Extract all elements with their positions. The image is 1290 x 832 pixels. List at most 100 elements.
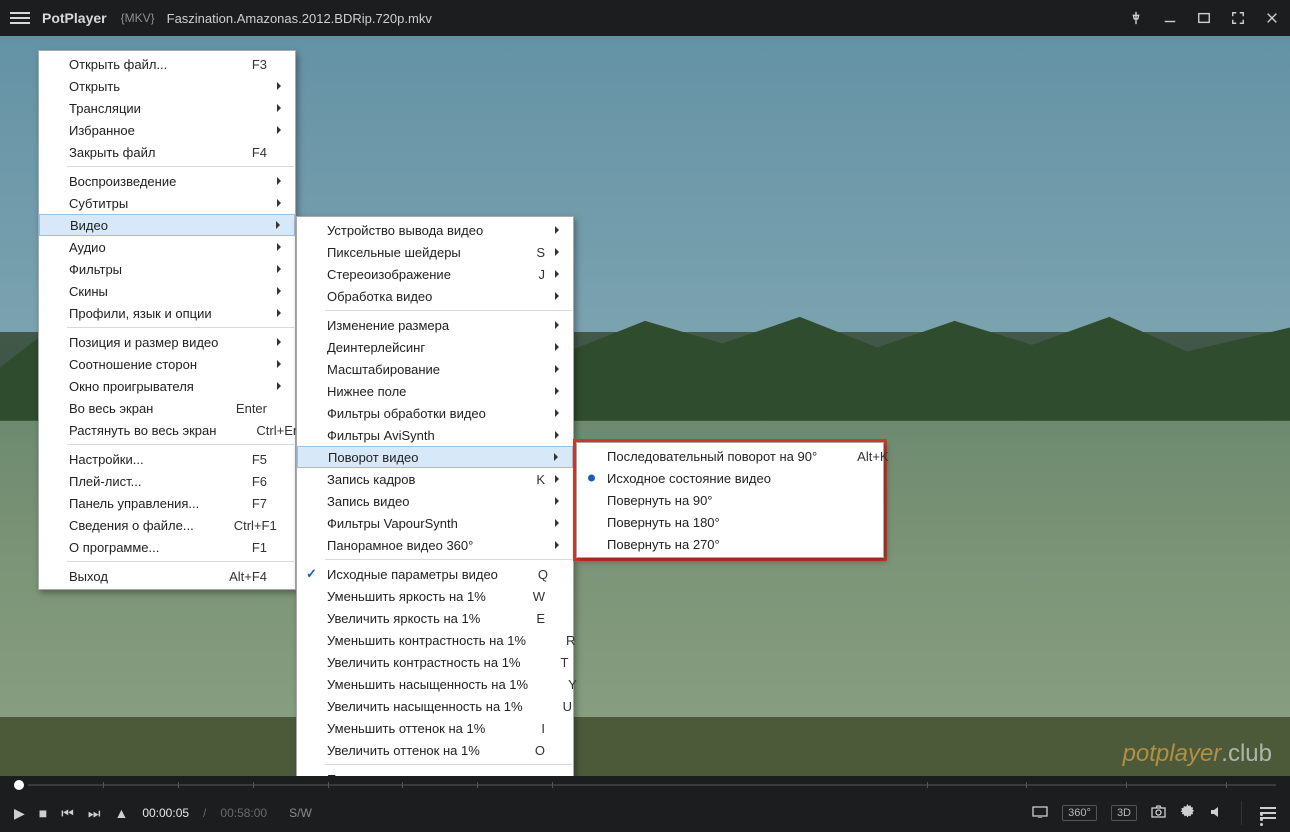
fullscreen-icon[interactable] [1230, 10, 1246, 26]
open-button[interactable]: ▲ [114, 805, 128, 821]
volume-icon[interactable] [1209, 805, 1223, 822]
main-menu-item[interactable]: Соотношение сторон [39, 353, 295, 375]
main-menu-item[interactable]: Открыть файл...F3 [39, 53, 295, 75]
menu-item-label: Уменьшить контрастность на 1% [327, 633, 526, 648]
menu-separator [67, 166, 294, 167]
video-menu-item[interactable]: Запись кадровK [297, 468, 573, 490]
video-menu-item[interactable]: Уменьшить контрастность на 1%R [297, 629, 573, 651]
rotate-menu-item[interactable]: Повернуть на 180° [577, 511, 883, 533]
menu-item-shortcut: I [501, 721, 545, 736]
time-current: 00:00:05 [142, 806, 189, 820]
file-format: {MKV} [121, 11, 155, 25]
video-menu-item[interactable]: Поворот видео [297, 446, 573, 468]
menu-item-label: Исходное состояние видео [607, 471, 771, 486]
video-menu-item[interactable]: Панорамное видео 360° [297, 534, 573, 556]
menu-item-label: Уменьшить оттенок на 1% [327, 721, 485, 736]
pin-icon[interactable] [1128, 10, 1144, 26]
maximize-icon[interactable] [1196, 10, 1212, 26]
menu-item-shortcut: R [526, 633, 575, 648]
play-button[interactable]: ▶ [14, 805, 25, 822]
video-menu-item[interactable]: Запись видео [297, 490, 573, 512]
main-menu-item[interactable]: Открыть [39, 75, 295, 97]
menu-item-label: Пиксельные шейдеры [327, 245, 461, 260]
menu-item-label: Плей-лист... [69, 474, 141, 489]
menu-item-label: Видео [70, 218, 108, 233]
video-menu-item[interactable]: Пиксельные шейдерыS [297, 241, 573, 263]
main-menu-item[interactable]: Панель управления...F7 [39, 492, 295, 514]
hw-decode[interactable]: S/W [289, 806, 312, 820]
vr360-button[interactable]: 360° [1062, 805, 1097, 821]
video-menu-item[interactable]: СтереоизображениеJ [297, 263, 573, 285]
main-menu-item[interactable]: Позиция и размер видео [39, 331, 295, 353]
menu-item-label: Трансляции [69, 101, 141, 116]
main-menu-item[interactable]: Окно проигрывателя [39, 375, 295, 397]
video-menu-item[interactable]: Фильтры обработки видео [297, 402, 573, 424]
main-menu-item[interactable]: Трансляции [39, 97, 295, 119]
seek-track[interactable] [28, 784, 1276, 786]
capture-icon[interactable] [1151, 805, 1166, 821]
video-menu-item[interactable]: Масштабирование [297, 358, 573, 380]
watermark: potplayer.club [1123, 740, 1272, 768]
playlist-icon[interactable] [1260, 807, 1276, 819]
settings-icon[interactable] [1180, 804, 1195, 822]
screen-icon[interactable] [1032, 806, 1048, 821]
main-menu-item[interactable]: Растянуть во весь экранCtrl+Enter [39, 419, 295, 441]
prev-button[interactable]: ⏮ [61, 805, 74, 822]
main-menu-item[interactable]: Видео [39, 214, 295, 236]
main-menu-item[interactable]: Воспроизведение [39, 170, 295, 192]
video-menu-item[interactable]: Исходные параметры видеоQ [297, 563, 573, 585]
video-menu-item[interactable]: Увеличить оттенок на 1%O [297, 739, 573, 761]
3d-button[interactable]: 3D [1111, 805, 1137, 821]
video-menu-item[interactable]: Увеличить яркость на 1%E [297, 607, 573, 629]
video-menu-item[interactable]: Увеличить контрастность на 1%T [297, 651, 573, 673]
time-sep: / [203, 806, 206, 820]
close-icon[interactable] [1264, 10, 1280, 26]
video-menu-item[interactable]: Уменьшить яркость на 1%W [297, 585, 573, 607]
menu-item-label: Увеличить контрастность на 1% [327, 655, 520, 670]
stop-button[interactable]: ■ [39, 805, 47, 821]
next-button[interactable]: ⏭ [88, 805, 101, 822]
context-menu-video[interactable]: Устройство вывода видеоПиксельные шейдер… [296, 216, 574, 793]
seek-bar[interactable] [0, 776, 1290, 794]
rotate-menu-item[interactable]: Последовательный поворот на 90°Alt+K [577, 445, 883, 467]
video-menu-item[interactable]: Изменение размера [297, 314, 573, 336]
video-menu-item[interactable]: Деинтерлейсинг [297, 336, 573, 358]
main-menu-item[interactable]: Профили, язык и опции [39, 302, 295, 324]
menu-separator [325, 310, 572, 311]
menu-item-label: Открыть [69, 79, 120, 94]
rotate-menu-item[interactable]: Повернуть на 90° [577, 489, 883, 511]
seek-handle[interactable] [14, 780, 24, 790]
main-menu-item[interactable]: Фильтры [39, 258, 295, 280]
main-menu-item[interactable]: О программе...F1 [39, 536, 295, 558]
hamburger-icon[interactable] [10, 12, 30, 24]
video-menu-item[interactable]: Нижнее поле [297, 380, 573, 402]
main-menu-item[interactable]: Аудио [39, 236, 295, 258]
video-menu-item[interactable]: Уменьшить оттенок на 1% I [297, 717, 573, 739]
video-bg-bank [0, 717, 1290, 776]
video-menu-item[interactable]: Устройство вывода видео [297, 219, 573, 241]
menu-item-label: Обработка видео [327, 289, 432, 304]
main-menu-item[interactable]: Плей-лист...F6 [39, 470, 295, 492]
video-menu-item[interactable]: Фильтры VapourSynth [297, 512, 573, 534]
main-menu-item[interactable]: Субтитры [39, 192, 295, 214]
main-menu-item[interactable]: Во весь экранEnter [39, 397, 295, 419]
main-menu-item[interactable]: Сведения о файле...Ctrl+F1 [39, 514, 295, 536]
video-menu-item[interactable]: Фильтры AviSynth [297, 424, 573, 446]
main-menu-item[interactable]: ВыходAlt+F4 [39, 565, 295, 587]
menu-item-shortcut: U [523, 699, 572, 714]
context-menu-rotate[interactable]: Последовательный поворот на 90°Alt+K Исхо… [576, 442, 884, 558]
main-menu-item[interactable]: Закрыть файлF4 [39, 141, 295, 163]
video-menu-item[interactable]: Уменьшить насыщенность на 1%Y [297, 673, 573, 695]
main-menu-item[interactable]: Настройки...F5 [39, 448, 295, 470]
rotate-menu-item[interactable]: Исходное состояние видео [577, 467, 883, 489]
time-total: 00:58:00 [220, 806, 267, 820]
main-menu-item[interactable]: Скины [39, 280, 295, 302]
video-menu-item[interactable]: Увеличить насыщенность на 1%U [297, 695, 573, 717]
rotate-menu-item[interactable]: Повернуть на 270° [577, 533, 883, 555]
context-menu-main[interactable]: Открыть файл...F3 Открыть Трансляции Избран… [38, 50, 296, 590]
menu-item-shortcut: O [495, 743, 545, 758]
video-menu-item[interactable]: Обработка видео [297, 285, 573, 307]
main-menu-item[interactable]: Избранное [39, 119, 295, 141]
minimize-icon[interactable] [1162, 10, 1178, 26]
menu-item-label: Настройки... [69, 452, 144, 467]
